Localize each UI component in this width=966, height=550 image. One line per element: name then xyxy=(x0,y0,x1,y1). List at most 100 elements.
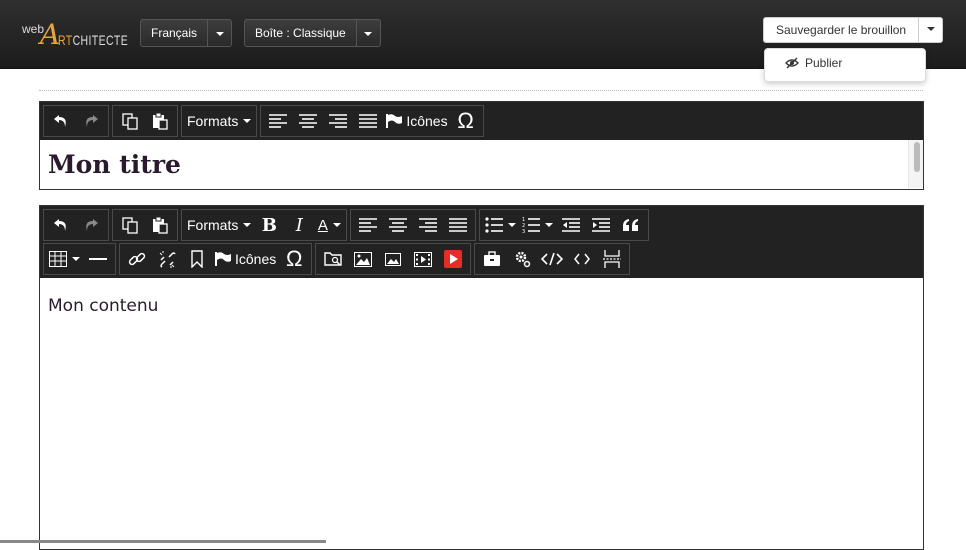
chevron-down-icon xyxy=(72,257,80,261)
formats-label: Formats xyxy=(187,113,239,129)
omega-icon[interactable]: Ω xyxy=(451,106,481,136)
omega-icon[interactable]: Ω xyxy=(279,244,309,274)
align-center-icon[interactable] xyxy=(293,106,323,136)
link-icon[interactable] xyxy=(122,244,152,274)
formats-dropdown[interactable]: Formats xyxy=(184,210,254,240)
title-editor: Formats Icônes Ω Mon titre xyxy=(39,101,924,190)
save-dropdown-toggle[interactable] xyxy=(919,17,944,43)
paste-icon[interactable] xyxy=(145,210,175,240)
publish-menu-item[interactable]: Publier xyxy=(785,56,842,70)
media-group xyxy=(315,243,472,275)
scrollbar-track[interactable] xyxy=(908,140,923,188)
video-icon[interactable] xyxy=(408,244,438,274)
unlink-icon[interactable] xyxy=(152,244,182,274)
chevron-down-icon xyxy=(926,26,935,31)
undo-icon[interactable] xyxy=(46,106,76,136)
align-center-icon[interactable] xyxy=(383,210,413,240)
eye-slash-icon xyxy=(785,57,799,69)
copy-icon[interactable] xyxy=(115,106,145,136)
box-dropdown-toggle[interactable] xyxy=(356,19,381,47)
content-toolbar: Formats B I A 123 Icônes Ω xyxy=(40,206,923,278)
file-browser-icon[interactable] xyxy=(318,244,348,274)
icons-label: Icônes xyxy=(235,251,277,267)
indent-icon[interactable] xyxy=(586,210,616,240)
clipboard-group xyxy=(112,105,178,137)
numbered-list-icon: 123 xyxy=(522,217,541,233)
chevron-down-icon xyxy=(332,223,341,227)
page-break-icon[interactable] xyxy=(597,244,627,274)
title-toolbar: Formats Icônes Ω xyxy=(40,102,923,140)
bullet-list-button[interactable] xyxy=(482,210,519,240)
formats-group: Formats xyxy=(181,105,258,137)
image-icon[interactable] xyxy=(348,244,378,274)
formats-label: Formats xyxy=(187,217,239,233)
align-group xyxy=(350,209,477,241)
logo-rest: RTCHITECTE xyxy=(58,32,128,48)
align-right-icon[interactable] xyxy=(413,210,443,240)
text-color-button[interactable]: A xyxy=(314,210,344,240)
content-edit-area[interactable]: Mon contenu xyxy=(40,278,923,548)
bold-button[interactable]: B xyxy=(254,210,284,240)
language-dropdown-toggle[interactable] xyxy=(208,19,233,47)
content-text: Mon contenu xyxy=(48,296,159,316)
text-color-icon: A xyxy=(317,216,328,234)
horizontal-rule-icon[interactable] xyxy=(83,244,113,274)
flag-icon xyxy=(386,114,403,128)
align-left-icon[interactable] xyxy=(263,106,293,136)
icons-label: Icônes xyxy=(406,113,448,129)
source-code-icon[interactable] xyxy=(567,244,597,274)
language-button[interactable]: Français xyxy=(140,19,209,47)
tools-group xyxy=(474,243,631,275)
history-group xyxy=(43,105,109,137)
table-button[interactable] xyxy=(46,244,83,274)
formats-group: Formats B I A xyxy=(181,209,348,241)
save-draft-button[interactable]: Sauvegarder le brouillon xyxy=(763,17,920,43)
blockquote-icon[interactable] xyxy=(616,210,646,240)
table-group xyxy=(43,243,116,275)
logo-rest-accent: RT xyxy=(58,32,73,48)
redo-icon[interactable] xyxy=(76,210,106,240)
redo-icon[interactable] xyxy=(76,106,106,136)
logo-rest-white: CHITECTE xyxy=(72,32,129,48)
bullet-list-icon xyxy=(485,217,504,233)
chevron-down-icon xyxy=(508,223,517,227)
divider xyxy=(39,90,923,91)
icons-button[interactable]: Icônes xyxy=(383,106,450,136)
link-group: Icônes Ω xyxy=(119,243,313,275)
numbered-list-button[interactable]: 123 xyxy=(519,210,556,240)
language-selector: Français xyxy=(140,19,233,47)
toolbox-icon[interactable] xyxy=(477,244,507,274)
title-text: Mon titre xyxy=(48,150,181,179)
align-left-icon[interactable] xyxy=(353,210,383,240)
chevron-down-icon xyxy=(364,31,373,36)
align-justify-icon[interactable] xyxy=(353,106,383,136)
align-right-icon[interactable] xyxy=(323,106,353,136)
save-group: Sauvegarder le brouillon xyxy=(763,17,944,43)
formats-dropdown[interactable]: Formats xyxy=(184,106,254,136)
code-icon[interactable] xyxy=(537,244,567,274)
settings-icon[interactable] xyxy=(507,244,537,274)
list-group: 123 xyxy=(479,209,650,241)
outdent-icon[interactable] xyxy=(556,210,586,240)
title-edit-area[interactable]: Mon titre xyxy=(40,140,923,188)
undo-icon[interactable] xyxy=(46,210,76,240)
history-group xyxy=(43,209,109,241)
align-group: Icônes Ω xyxy=(260,105,484,137)
chevron-down-icon xyxy=(243,119,252,123)
chevron-down-icon xyxy=(545,223,554,227)
youtube-icon[interactable] xyxy=(438,244,468,274)
copy-icon[interactable] xyxy=(115,210,145,240)
paste-icon[interactable] xyxy=(145,106,175,136)
box-button[interactable]: Boîte : Classique xyxy=(244,19,357,47)
bookmark-icon[interactable] xyxy=(182,244,212,274)
chevron-down-icon xyxy=(243,223,252,227)
icons-button[interactable]: Icônes xyxy=(212,244,279,274)
box-selector: Boîte : Classique xyxy=(244,19,381,47)
align-justify-icon[interactable] xyxy=(443,210,473,240)
flag-icon xyxy=(215,252,231,266)
italic-button[interactable]: I xyxy=(284,210,314,240)
save-dropdown-menu: Publier xyxy=(764,48,926,82)
scrollbar-thumb[interactable] xyxy=(914,142,920,172)
svg-text:3: 3 xyxy=(522,229,525,233)
small-image-icon[interactable] xyxy=(378,244,408,274)
